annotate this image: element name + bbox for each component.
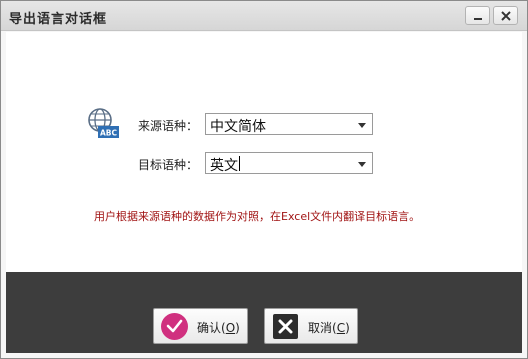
globe-abc-icon: ABC — [88, 108, 119, 138]
window-title: 导出语言对话框 — [9, 12, 108, 27]
minimize-button[interactable] — [465, 6, 490, 25]
cancel-label: 取消(C) — [308, 321, 350, 335]
button-bar: 确认(O) 取消(C) — [6, 272, 522, 353]
cancel-button[interactable]: 取消(C) — [264, 308, 358, 344]
globe-badge-text: ABC — [100, 129, 118, 138]
dialog-body: ABC 来源语种： 中文简体 目标语种： 英文 用户根据来源语种的数据作为对照，… — [6, 32, 522, 272]
close-button[interactable] — [493, 6, 518, 25]
close-icon — [501, 11, 511, 21]
confirm-button[interactable]: 确认(O) — [153, 308, 248, 344]
chevron-down-icon[interactable] — [358, 123, 366, 128]
chevron-down-icon[interactable] — [358, 162, 366, 167]
close-x-icon — [273, 314, 298, 339]
title-bar[interactable]: 导出语言对话框 — [1, 1, 527, 31]
minimize-icon — [474, 18, 482, 20]
target-language-value: 英文 — [210, 158, 238, 174]
target-language-select[interactable]: 英文 — [205, 152, 373, 174]
source-language-select[interactable]: 中文简体 — [205, 113, 373, 135]
export-language-dialog: 导出语言对话框 ABC 来源语种： 中文简体 目标语种： 英文 用户根据来源语种… — [0, 0, 528, 359]
source-language-label: 来源语种： — [138, 119, 199, 133]
source-language-value: 中文简体 — [210, 119, 266, 135]
confirm-label: 确认(O) — [197, 321, 240, 335]
hint-text: 用户根据来源语种的数据作为对照，在Excel文件内翻译目标语言。 — [94, 210, 421, 223]
check-icon — [161, 313, 188, 340]
target-language-label: 目标语种： — [138, 158, 199, 172]
text-cursor — [239, 156, 240, 171]
